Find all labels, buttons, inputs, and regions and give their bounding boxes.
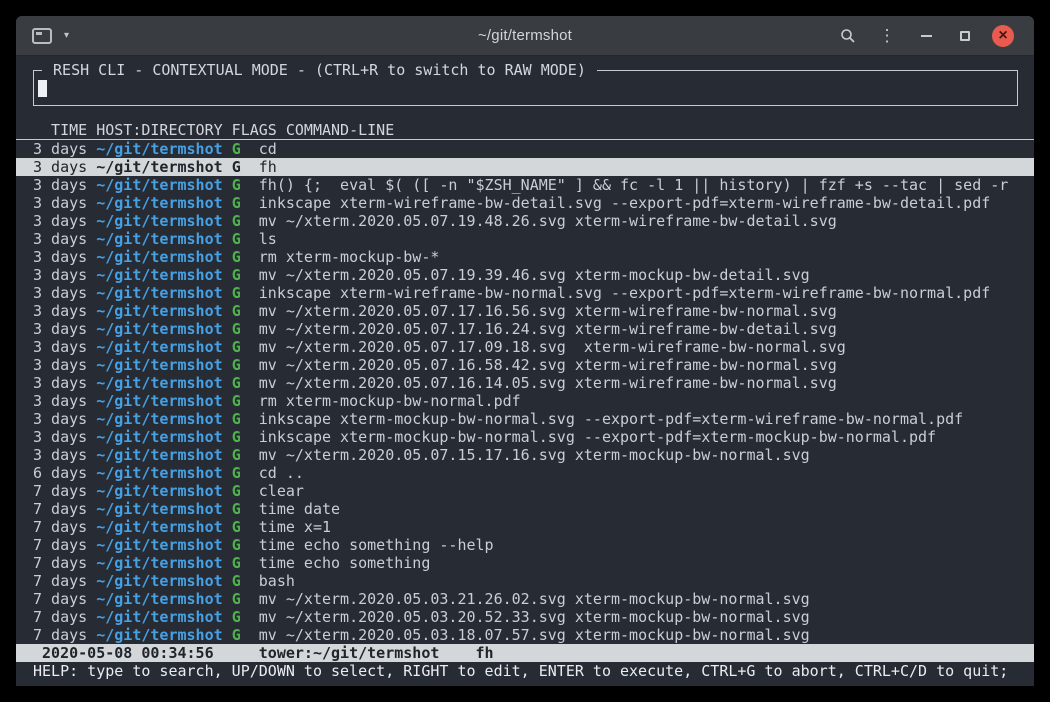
history-row[interactable]: 3 days ~/git/termshot G inkscape xterm-w… xyxy=(16,284,1034,302)
history-column-headers: TIME HOST:DIRECTORY FLAGS COMMAND-LINE xyxy=(16,121,1034,140)
text-cursor xyxy=(38,80,47,97)
history-row[interactable]: 7 days ~/git/termshot G time echo someth… xyxy=(16,554,1034,572)
status-bar: 2020-05-08 00:34:56 tower:~/git/termshot… xyxy=(16,644,1034,662)
history-row[interactable]: 3 days ~/git/termshot G inkscape xterm-m… xyxy=(16,410,1034,428)
chevron-down-icon: ▾ xyxy=(64,30,69,41)
restore-window-icon xyxy=(960,31,970,41)
history-row[interactable]: 6 days ~/git/termshot G cd .. xyxy=(16,464,1034,482)
history-row[interactable]: 7 days ~/git/termshot G clear xyxy=(16,482,1034,500)
terminal-screen: RESH CLI - CONTEXTUAL MODE - (CTRL+R to … xyxy=(16,56,1034,685)
titlebar: ~/git/termshot ▾ ⋮ × xyxy=(16,16,1034,56)
minimize-icon xyxy=(921,35,932,37)
close-button[interactable]: × xyxy=(992,25,1014,47)
history-list: 3 days ~/git/termshot G cd3 days ~/git/t… xyxy=(16,140,1034,644)
history-row[interactable]: 3 days ~/git/termshot G mv ~/xterm.2020.… xyxy=(16,374,1034,392)
restore-button[interactable] xyxy=(953,24,977,48)
history-row[interactable]: 3 days ~/git/termshot G inkscape xterm-m… xyxy=(16,428,1034,446)
history-row[interactable]: 3 days ~/git/termshot G mv ~/xterm.2020.… xyxy=(16,446,1034,464)
search-button[interactable] xyxy=(836,24,860,48)
history-row[interactable]: 3 days ~/git/termshot G mv ~/xterm.2020.… xyxy=(16,356,1034,374)
kebab-menu-icon: ⋮ xyxy=(879,27,896,44)
resh-box-title: RESH CLI - CONTEXTUAL MODE - (CTRL+R to … xyxy=(42,61,597,79)
terminal-window: ~/git/termshot ▾ ⋮ × xyxy=(16,16,1034,686)
history-row[interactable]: 3 days ~/git/termshot G mv ~/xterm.2020.… xyxy=(16,338,1034,356)
history-row[interactable]: 3 days ~/git/termshot G ls xyxy=(16,230,1034,248)
history-row[interactable]: 7 days ~/git/termshot G time date xyxy=(16,500,1034,518)
history-row[interactable]: 3 days ~/git/termshot G mv ~/xterm.2020.… xyxy=(16,212,1034,230)
minimize-button[interactable] xyxy=(914,24,938,48)
history-row[interactable]: 3 days ~/git/termshot G inkscape xterm-w… xyxy=(16,194,1034,212)
titlebar-controls: ⋮ × xyxy=(836,24,1034,48)
terminal-tab-icon xyxy=(32,28,52,44)
history-row[interactable]: 3 days ~/git/termshot G rm xterm-mockup-… xyxy=(16,392,1034,410)
history-row[interactable]: 3 days ~/git/termshot G rm xterm-mockup-… xyxy=(16,248,1034,266)
menu-button[interactable]: ⋮ xyxy=(875,24,899,48)
history-row-selected[interactable]: 3 days ~/git/termshot G fh xyxy=(16,158,1034,176)
history-row[interactable]: 3 days ~/git/termshot G mv ~/xterm.2020.… xyxy=(16,266,1034,284)
history-row[interactable]: 7 days ~/git/termshot G time x=1 xyxy=(16,518,1034,536)
titlebar-left: ▾ xyxy=(16,28,69,44)
help-bar: HELP: type to search, UP/DOWN to select,… xyxy=(16,662,1034,680)
history-row[interactable]: 3 days ~/git/termshot G mv ~/xterm.2020.… xyxy=(16,302,1034,320)
history-row[interactable]: 7 days ~/git/termshot G mv ~/xterm.2020.… xyxy=(16,608,1034,626)
history-row[interactable]: 7 days ~/git/termshot G time echo someth… xyxy=(16,536,1034,554)
history-row[interactable]: 3 days ~/git/termshot G cd xyxy=(16,140,1034,158)
tab-switcher-button[interactable]: ▾ xyxy=(32,28,69,44)
history-row[interactable]: 7 days ~/git/termshot G mv ~/xterm.2020.… xyxy=(16,626,1034,644)
history-row[interactable]: 3 days ~/git/termshot G fh() {; eval $( … xyxy=(16,176,1034,194)
history-row[interactable]: 7 days ~/git/termshot G bash xyxy=(16,572,1034,590)
history-row[interactable]: 3 days ~/git/termshot G mv ~/xterm.2020.… xyxy=(16,320,1034,338)
resh-search-input[interactable]: RESH CLI - CONTEXTUAL MODE - (CTRL+R to … xyxy=(33,70,1018,106)
search-icon xyxy=(840,28,856,44)
history-row[interactable]: 7 days ~/git/termshot G mv ~/xterm.2020.… xyxy=(16,590,1034,608)
